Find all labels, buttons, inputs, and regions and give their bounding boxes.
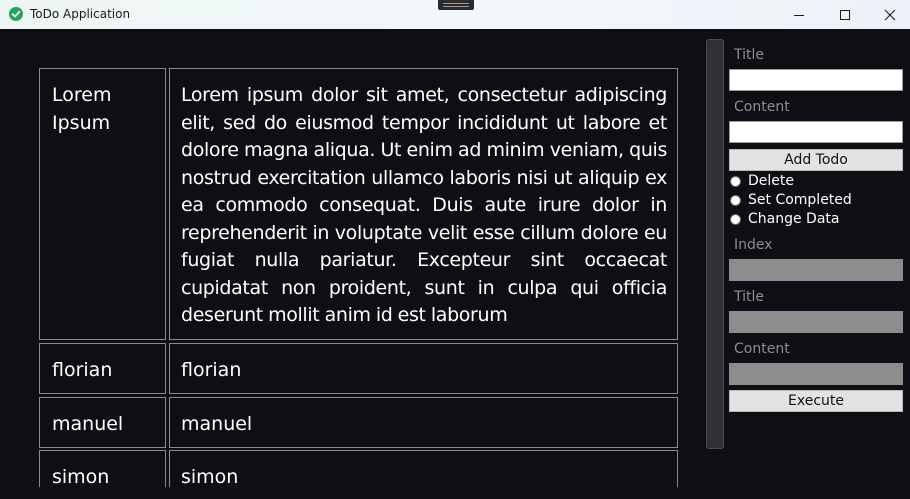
add-content-label: Content	[734, 99, 790, 115]
edit-title-label: Title	[734, 289, 765, 305]
title-bar[interactable]: ToDo Application	[0, 0, 910, 29]
radio-delete[interactable]: Delete	[730, 172, 794, 190]
close-button[interactable]	[867, 0, 910, 29]
close-icon	[884, 9, 896, 20]
index-input[interactable]	[729, 259, 903, 281]
radio-circle-icon[interactable]	[730, 175, 741, 187]
table-row[interactable]: florian florian	[38, 343, 678, 394]
table-row[interactable]: manuel manuel	[38, 397, 678, 448]
add-todo-button[interactable]: Add Todo	[729, 149, 903, 171]
edit-content-label: Content	[734, 341, 790, 357]
todo-title-cell: Lorem Ipsum	[39, 68, 166, 340]
todo-table: Lorem Ipsum Lorem ipsum dolor sit amet, …	[38, 67, 678, 487]
window-drag-handle[interactable]	[438, 0, 474, 10]
vertical-scrollbar[interactable]	[706, 39, 724, 449]
add-content-input[interactable]	[729, 121, 903, 143]
check-circle-icon	[9, 7, 23, 21]
window-title: ToDo Application	[30, 7, 131, 21]
minimize-icon	[794, 14, 804, 16]
maximize-icon	[840, 9, 850, 20]
add-title-label: Title	[734, 47, 765, 63]
radio-circle-icon[interactable]	[730, 213, 741, 225]
todo-content-cell: manuel	[169, 397, 678, 448]
radio-change-data[interactable]: Change Data	[730, 210, 839, 228]
todo-content-cell: Lorem ipsum dolor sit amet, consectetur …	[169, 68, 678, 340]
app-window: ToDo Application Lorem Ipsum Lorem ipsum…	[0, 0, 910, 499]
todo-title-cell: simon	[39, 450, 166, 487]
edit-title-input[interactable]	[729, 311, 903, 333]
add-title-input[interactable]	[729, 69, 903, 91]
edit-content-input[interactable]	[729, 363, 903, 385]
radio-set-completed[interactable]: Set Completed	[730, 191, 852, 209]
radio-label: Change Data	[748, 211, 840, 227]
maximize-button[interactable]	[822, 0, 868, 29]
todo-title-cell: manuel	[39, 397, 166, 448]
minimize-button[interactable]	[776, 0, 822, 29]
todo-content-cell: simon	[169, 450, 678, 487]
execute-button[interactable]: Execute	[729, 390, 903, 412]
radio-circle-icon[interactable]	[730, 194, 741, 206]
todo-title-cell: florian	[39, 343, 166, 394]
index-label: Index	[734, 237, 773, 253]
todo-content-cell: florian	[169, 343, 678, 394]
radio-label: Set Completed	[748, 192, 852, 208]
radio-label: Delete	[748, 173, 794, 189]
grip-icon	[443, 3, 469, 7]
table-row[interactable]: Lorem Ipsum Lorem ipsum dolor sit amet, …	[38, 68, 678, 340]
table-row[interactable]: simon simon	[38, 450, 678, 487]
